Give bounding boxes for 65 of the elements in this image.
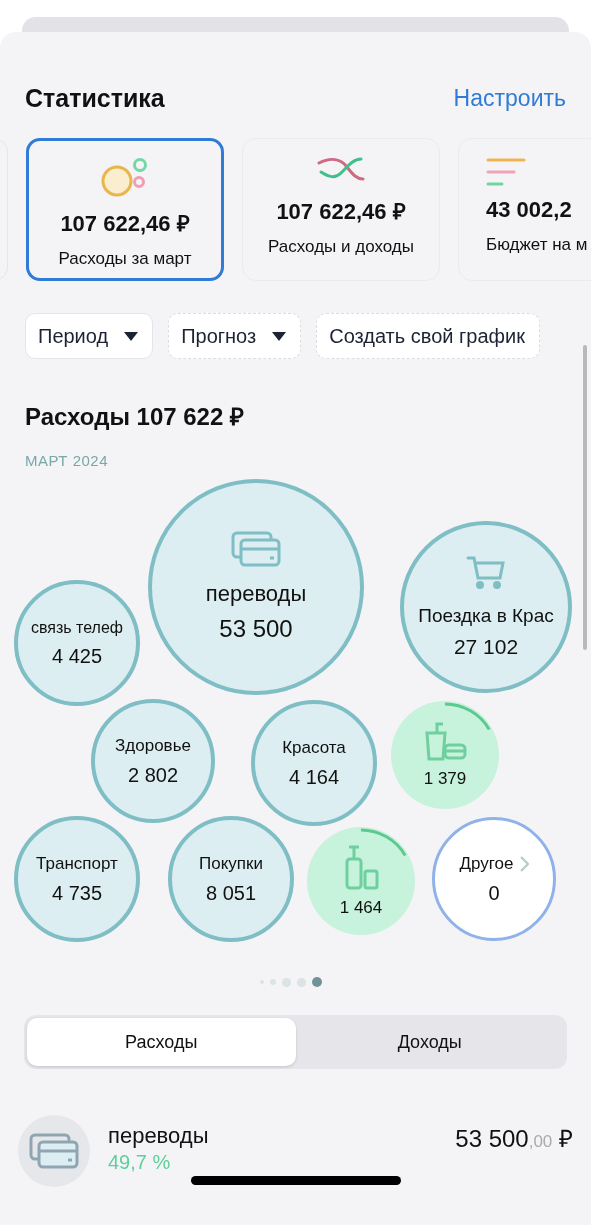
- section-title: Расходы 107 622 ₽: [25, 402, 245, 432]
- category-bubble[interactable]: Красота 4 164: [251, 700, 377, 826]
- progress-arc: [443, 702, 491, 733]
- bubble-label: Другое: [459, 853, 514, 874]
- bottle-icon: [343, 844, 379, 890]
- segment-tab[interactable]: Расходы: [27, 1018, 296, 1066]
- stat-label: Бюджет на м: [486, 235, 588, 255]
- page-dot[interactable]: [311, 977, 322, 987]
- category-bubble[interactable]: Поездка в Крас 27 102: [400, 521, 572, 693]
- drink-icon: [423, 721, 467, 761]
- category-amount: 53 500,00 ₽: [455, 1124, 573, 1154]
- page-dot[interactable]: [269, 979, 276, 985]
- other-bubble[interactable]: Другое 0: [432, 817, 556, 941]
- caret-icon: [272, 331, 287, 341]
- segment-tab[interactable]: Доходы: [295, 1018, 564, 1066]
- customize-link[interactable]: Настроить: [453, 84, 566, 112]
- bubble-value: 4 164: [288, 765, 340, 789]
- category-bubble[interactable]: связь телеф 4 425: [14, 580, 140, 706]
- bubble-label: Покупки: [199, 853, 263, 874]
- category-bubble[interactable]: Здоровье 2 802: [91, 699, 215, 823]
- cart-icon: [466, 555, 506, 589]
- screen-title: Статистика: [25, 83, 165, 113]
- category-bubble[interactable]: переводы 53 500: [148, 479, 364, 695]
- bubble-value: 0: [488, 881, 500, 905]
- stat-amount: 43 002,2: [486, 197, 572, 223]
- budget-bubble[interactable]: 1 379: [391, 701, 499, 809]
- page-dot[interactable]: [296, 977, 306, 987]
- bubble-value: 4 425: [51, 644, 103, 668]
- bars-icon: [486, 157, 526, 187]
- category-bubble[interactable]: Покупки 8 051: [168, 816, 294, 942]
- bubble-label: связь телеф: [31, 618, 123, 637]
- bubble-value: 1 379: [423, 769, 467, 789]
- stat-card[interactable]: 43 002,2 Бюджет на м: [458, 138, 591, 281]
- filter-button[interactable]: Создать свой график: [316, 313, 540, 359]
- caret-icon: [124, 331, 139, 341]
- bubble-value: 8 051: [205, 881, 257, 905]
- bubbles-icon: [101, 157, 149, 197]
- filter-button[interactable]: Прогноз: [168, 313, 302, 359]
- bubble-value: 27 102: [453, 635, 519, 659]
- bubble-label: Здоровье: [115, 735, 191, 756]
- bubble-label: Красота: [282, 737, 346, 758]
- filter-button[interactable]: Период: [25, 313, 154, 359]
- bubble-value: 1 464: [339, 898, 383, 918]
- category-name: переводы: [108, 1123, 210, 1149]
- stat-card[interactable]: 107 622,46 ₽ Расходы и доходы: [242, 138, 440, 281]
- bubble-label: Транспорт: [36, 853, 118, 874]
- stat-amount: 107 622,46 ₽: [60, 210, 190, 237]
- stat-label: Расходы и доходы: [268, 237, 414, 257]
- stat-amount: 107 622,46 ₽: [276, 198, 406, 225]
- cards-icon: [231, 531, 281, 567]
- stat-label: Расходы за март: [58, 249, 192, 269]
- bubble-value: 2 802: [127, 763, 179, 787]
- page-dot[interactable]: [281, 977, 291, 987]
- budget-bubble[interactable]: 1 464: [307, 827, 415, 935]
- progress-arc: [359, 828, 407, 859]
- period-label: МАРТ 2024: [25, 452, 110, 469]
- bubble-value: 53 500: [219, 615, 293, 643]
- category-bubble[interactable]: Транспорт 4 735: [14, 816, 140, 942]
- category-percent: 49,7 %: [108, 1151, 172, 1174]
- cards-icon: [29, 1133, 79, 1169]
- chevron-right-icon: [519, 855, 529, 872]
- bubble-value: 4 735: [51, 881, 103, 905]
- stat-card[interactable]: 107 622,46 ₽ Расходы за март: [26, 138, 224, 281]
- bubble-label: Поездка в Крас: [418, 605, 554, 627]
- bubble-label: переводы: [205, 581, 307, 607]
